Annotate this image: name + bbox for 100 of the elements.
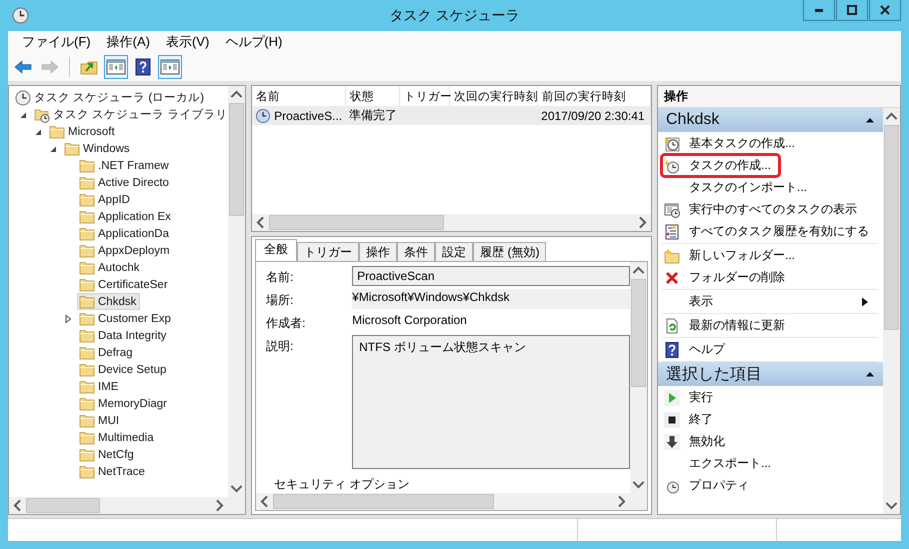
folder-arrow-icon — [80, 59, 98, 75]
tree-item[interactable]: NetTrace — [77, 463, 149, 480]
tree-item[interactable]: タスク スケジューラ ライブラリ — [32, 106, 228, 123]
menu-item[interactable]: ヘルプ(H) — [217, 33, 290, 51]
tree-item[interactable]: AppID — [77, 191, 134, 208]
maximize-button[interactable] — [836, 0, 868, 21]
tree-item[interactable]: CertificateSer — [77, 276, 172, 293]
refresh-icon — [664, 318, 680, 334]
horizontal-scrollbar[interactable] — [256, 493, 630, 510]
scrollbar-thumb[interactable] — [229, 103, 244, 216]
tree-item[interactable]: Device Setup — [77, 361, 170, 378]
action-pane-button[interactable] — [158, 55, 182, 79]
pane-title: 操作 — [658, 86, 900, 108]
action-item[interactable]: フォルダーの削除 — [662, 267, 793, 288]
folder-icon — [49, 124, 65, 140]
action-item[interactable]: 新しいフォルダー... — [662, 245, 804, 266]
vertical-scrollbar[interactable] — [228, 86, 246, 497]
action-item[interactable]: ヘルプ — [662, 339, 733, 360]
description-box[interactable]: NTFS ボリューム状態スキャン — [352, 335, 630, 469]
minimize-button[interactable] — [803, 0, 835, 21]
menu-item[interactable]: 表示(V) — [158, 33, 218, 51]
tree-item[interactable]: Autochk — [77, 259, 144, 276]
action-item[interactable]: 表示 — [662, 291, 877, 312]
action-item[interactable]: プロパティ — [662, 475, 757, 496]
window-title: タスク スケジューラ — [390, 6, 520, 24]
tree-item[interactable]: Windows — [62, 140, 134, 157]
table-row[interactable]: ProactiveS... 準備完了 2017/09/20 2:30:41 — [252, 106, 651, 125]
folder-icon — [79, 158, 95, 174]
tab[interactable]: 操作 — [359, 242, 398, 261]
action-item[interactable]: 終了 — [662, 409, 721, 430]
clock-icon — [15, 90, 31, 106]
section-header[interactable]: Chkdsk — [658, 108, 883, 132]
submenu-arrow-icon — [861, 296, 869, 306]
action-item[interactable]: エクスポート... — [662, 453, 780, 474]
section-header[interactable]: 選択した項目 — [658, 362, 883, 386]
tab[interactable]: トリガー — [297, 242, 360, 261]
tree-item[interactable]: Active Directo — [77, 174, 173, 191]
scrollbar-thumb[interactable] — [884, 125, 899, 330]
tree-item[interactable]: Multimedia — [77, 429, 158, 446]
field-value: Microsoft Corporation — [352, 312, 468, 329]
folder-icon — [79, 412, 95, 428]
tab[interactable]: 設定 — [435, 242, 474, 261]
folder-icon — [79, 396, 95, 412]
scrollbar-thumb[interactable] — [631, 279, 646, 388]
cross-icon — [664, 270, 680, 286]
tree-item[interactable]: Customer Exp — [77, 310, 175, 327]
tree-item[interactable]: MemoryDiagr — [77, 395, 172, 412]
action-item[interactable]: タスクのインポート... — [662, 177, 816, 198]
folder-icon — [79, 446, 95, 462]
vertical-scrollbar[interactable] — [883, 108, 900, 514]
tab[interactable]: 全般 — [255, 239, 298, 261]
menu-item[interactable]: 操作(A) — [98, 33, 158, 51]
tree-item[interactable]: .NET Framew — [77, 157, 173, 174]
tree-item[interactable]: IME — [77, 378, 122, 395]
tree-item[interactable]: AppxDeploym — [77, 242, 174, 259]
clock-sparkle-icon — [664, 136, 680, 152]
vertical-scrollbar[interactable] — [630, 262, 647, 493]
down-arrow-icon — [664, 434, 680, 450]
collapsed-arrow-icon[interactable] — [63, 314, 73, 324]
action-item[interactable]: 実行 — [662, 387, 721, 408]
tree-item[interactable]: Application Ex — [77, 208, 175, 225]
menu-item[interactable]: ファイル(F) — [14, 33, 99, 51]
folder-icon — [79, 208, 95, 224]
tab[interactable]: 履歴 (無効) — [473, 242, 546, 261]
tree-item[interactable]: タスク スケジューラ (ローカル) — [13, 89, 208, 106]
action-item[interactable]: 実行中のすべてのタスクの表示 — [662, 199, 865, 220]
folder-icon — [64, 140, 80, 156]
folder-icon — [79, 464, 95, 480]
table-cell-text: 2017/09/20 2:30:41 — [540, 108, 646, 122]
tree-item[interactable]: ApplicationDa — [77, 225, 173, 242]
action-item[interactable]: 基本タスクの作成... — [662, 133, 804, 154]
tree-item[interactable]: Microsoft — [47, 123, 119, 140]
close-button[interactable] — [869, 0, 901, 21]
action-item[interactable]: 最新の情報に更新 — [662, 315, 793, 336]
section-label: セキュリティ オプション — [273, 476, 410, 493]
scrollbar-thumb[interactable] — [269, 215, 444, 230]
scrollbar-thumb[interactable] — [273, 494, 494, 509]
tree-item[interactable]: Chkdsk — [77, 293, 140, 310]
action-item[interactable]: タスクの作成... — [662, 155, 780, 176]
console-tree-button[interactable] — [104, 55, 128, 79]
folder-icon — [79, 294, 95, 310]
horizontal-scrollbar[interactable] — [252, 214, 651, 231]
scrollbar-thumb[interactable] — [26, 498, 100, 513]
folder-icon — [79, 260, 95, 276]
tree-item[interactable]: Defrag — [77, 344, 137, 361]
folder-icon — [79, 192, 95, 208]
field-label: 作成者: — [266, 315, 306, 332]
tree-item[interactable]: NetCfg — [77, 446, 138, 463]
text-field[interactable]: ProactiveScan — [352, 266, 630, 286]
close-icon — [880, 5, 890, 15]
tree-item[interactable]: Data Integrity — [77, 327, 170, 344]
horizontal-scrollbar[interactable] — [9, 497, 228, 514]
action-item[interactable]: 無効化 — [662, 431, 733, 452]
tab[interactable]: 条件 — [397, 242, 436, 261]
action-item[interactable]: すべてのタスク履歴を有効にする — [662, 221, 877, 242]
folder-icon — [79, 430, 95, 446]
tree-item[interactable]: MUI — [77, 412, 124, 429]
folder-icon — [79, 310, 95, 326]
minimize-icon — [815, 8, 823, 12]
left-arrow-icon — [14, 59, 32, 75]
